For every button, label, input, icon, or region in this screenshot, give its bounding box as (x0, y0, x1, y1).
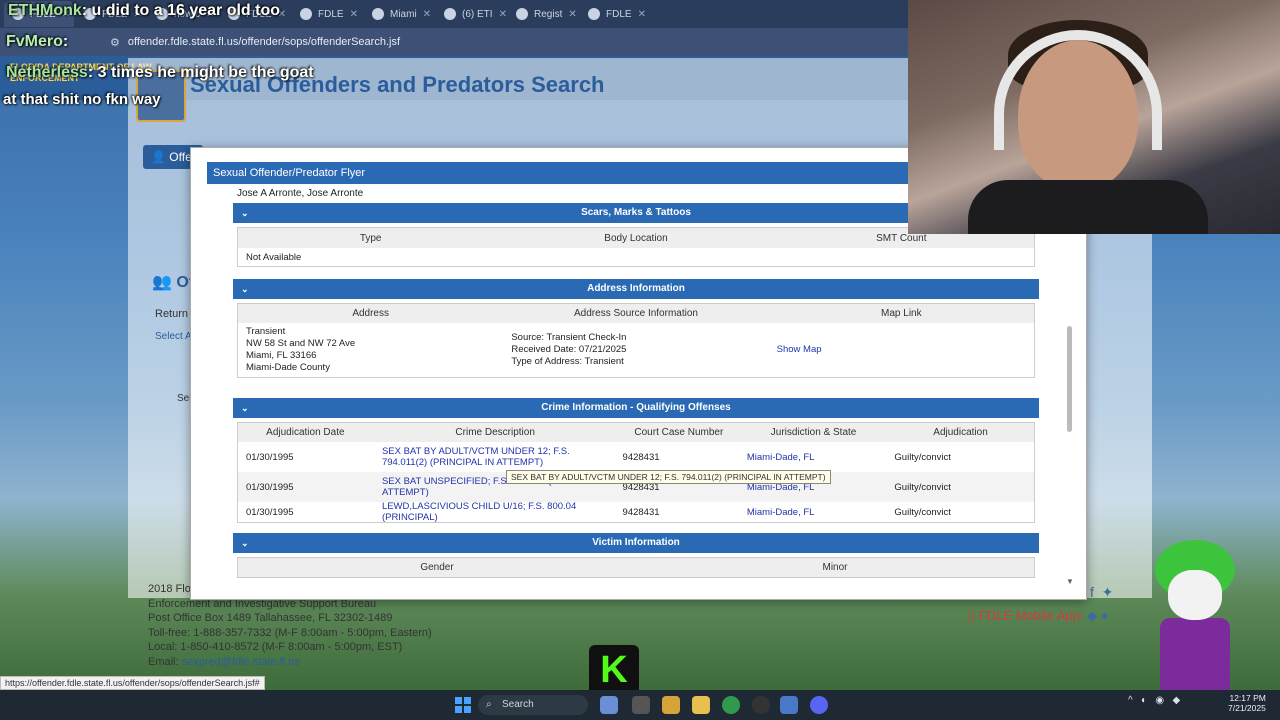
victim-table: Gender Minor (237, 557, 1035, 578)
chevron-down-icon: ⌄ (241, 403, 249, 413)
streamer-webcam (908, 0, 1280, 234)
section-heading: 👥 Of (152, 274, 195, 291)
close-icon[interactable]: ✕ (423, 9, 431, 20)
people-icon: 👥 (152, 274, 177, 291)
widgets-icon[interactable] (600, 696, 618, 714)
tab-label: FDLE (606, 8, 632, 20)
modal-body: Jose A Arronte, Jose Arronte ⌄ Scars, Mar… (233, 186, 1039, 596)
column-header: SMT Count (876, 232, 927, 244)
person-icon: 👤 (151, 150, 170, 164)
chat-username: Netherless (6, 64, 88, 81)
chat-text: at that shit no fkn way (3, 91, 161, 108)
taskbar-clock[interactable]: 12:17 PM 7/21/2025 (1228, 693, 1266, 713)
column-header: Jurisdiction & State (770, 427, 857, 438)
chat-username: FvMero (6, 33, 63, 50)
app-icon[interactable] (780, 696, 798, 714)
close-icon[interactable]: ✕ (638, 9, 646, 20)
windows-start-icon[interactable] (455, 697, 471, 713)
chevron-down-icon: ⌄ (241, 538, 249, 548)
crime-link[interactable]: LEWD,LASCIVIOUS CHILD U/16; F.S. 800.04 … (374, 501, 615, 523)
chevron-down-icon: ⌄ (241, 284, 249, 294)
column-header: Type (359, 232, 382, 244)
tab-label: (6) ETI (462, 8, 493, 20)
address-table: Address Address Source Information Map L… (237, 303, 1035, 378)
column-header: Address (352, 308, 389, 319)
x-favicon-icon (444, 8, 456, 20)
chat-text: : 3 times he might be the goat (87, 64, 314, 81)
task-view-icon[interactable] (632, 696, 650, 714)
column-header: Adjudication (933, 427, 988, 438)
chat-text: : u did to a 16 year old too (81, 2, 281, 19)
tab-label: FDLE (318, 8, 344, 20)
browser-tab[interactable]: Regist ✕ (508, 1, 578, 27)
scroll-down-icon[interactable]: ▼ (1066, 577, 1074, 586)
url-text[interactable]: offender.fdle.state.fl.us/offender/sops/… (128, 36, 400, 48)
facebook-icon[interactable]: f (1090, 584, 1094, 600)
mobile-app-label: ▯ FDLE Mobile App: ◆ ● (968, 608, 1109, 623)
chat-message: FvMero: (6, 33, 68, 51)
search-icon: ⌕ (486, 699, 492, 710)
apple-icon[interactable]: ● (1101, 608, 1109, 623)
browser-tab[interactable]: Miami ✕ (364, 1, 434, 27)
phone-icon: ▯ (968, 608, 979, 623)
crime-link[interactable]: SEX BAT BY ADULT/VCTM UNDER 12; F.S. 794… (374, 446, 615, 468)
tab-label: Regist (534, 8, 563, 20)
copilot-icon[interactable] (662, 696, 680, 714)
column-header: Court Case Number (634, 427, 724, 438)
chat-text: : (62, 33, 69, 50)
map-link-cell: Show Map (769, 344, 1034, 356)
show-map-link[interactable]: Show Map (777, 344, 822, 355)
browser-tab[interactable]: FDLE ✕ (580, 1, 650, 27)
taskbar-search[interactable]: ⌕ Search (478, 695, 588, 715)
column-header: Adjudication Date (266, 427, 345, 438)
column-header: Crime Description (455, 427, 535, 438)
offender-button-label: Offe (169, 150, 192, 164)
kick-logo: K (589, 645, 639, 695)
twitter-icon[interactable]: ✦ (1102, 584, 1114, 600)
address-cell: Transient NW 58 St and NW 72 Ave Miami, … (246, 326, 356, 373)
jurisdiction-link[interactable]: Miami-Dade, FL (739, 507, 887, 518)
column-header: Minor (822, 562, 848, 573)
social-links: f ✦ (1090, 584, 1113, 601)
system-tray[interactable]: ^ ◐ ◉ ◆ (1128, 695, 1180, 706)
tab-label: Miami (390, 8, 417, 20)
close-icon[interactable]: ✕ (568, 9, 576, 20)
fdle-favicon-icon (300, 8, 312, 20)
chat-message: at that shit no fkn way (3, 91, 161, 108)
table-cell: Not Available (246, 251, 302, 263)
chat-message: Netherless: 3 times he might be the goat (6, 64, 314, 82)
browser-tab[interactable]: FDLE ✕ (292, 1, 362, 27)
chat-username: ETHMonk (8, 2, 82, 19)
chat-message: ETHMonk: u did to a 16 year old too (8, 2, 280, 20)
modal-scrollbar[interactable] (1067, 326, 1072, 432)
table-row: 01/30/1995 LEWD,LASCIVIOUS CHILD U/16; F… (246, 501, 951, 523)
column-header: Gender (420, 562, 454, 573)
column-header: Address Source Information (574, 308, 698, 319)
chrome-icon[interactable] (722, 696, 740, 714)
fdle-favicon-icon (588, 8, 600, 20)
joker-figure (1150, 540, 1240, 690)
table-row: 01/30/1995 SEX BAT BY ADULT/VCTM UNDER 1… (246, 446, 951, 468)
news-favicon-icon (372, 8, 384, 20)
crime-section-header[interactable]: ⌄ Crime Information - Qualifying Offenses (233, 398, 1039, 418)
status-bar-url: https://offender.fdle.state.fl.us/offend… (0, 676, 265, 690)
browser-tab[interactable]: (6) ETI ✕ (436, 1, 506, 27)
discord-icon[interactable] (810, 696, 828, 714)
close-icon[interactable]: ✕ (350, 9, 358, 20)
file-explorer-icon[interactable] (692, 696, 710, 714)
address-section-header[interactable]: ⌄ Address Information (233, 279, 1039, 299)
registry-favicon-icon (516, 8, 528, 20)
crime-tooltip: SEX BAT BY ADULT/VCTM UNDER 12; F.S. 794… (506, 470, 831, 484)
close-icon[interactable]: ✕ (499, 9, 506, 20)
site-info-icon[interactable]: ⚙ (110, 36, 120, 49)
email-link[interactable]: sexpred@fdle.state.fl.us (182, 656, 300, 668)
chevron-down-icon: ⌄ (241, 208, 249, 218)
obs-icon[interactable] (752, 696, 770, 714)
jurisdiction-link[interactable]: Miami-Dade, FL (739, 452, 887, 463)
android-icon[interactable]: ◆ (1087, 608, 1097, 623)
column-header: Body Location (604, 232, 668, 244)
column-header: Map Link (881, 308, 922, 319)
address-source-cell: Source: Transient Check-In Received Date… (511, 332, 627, 367)
victim-section-header[interactable]: ⌄ Victim Information (233, 533, 1039, 553)
